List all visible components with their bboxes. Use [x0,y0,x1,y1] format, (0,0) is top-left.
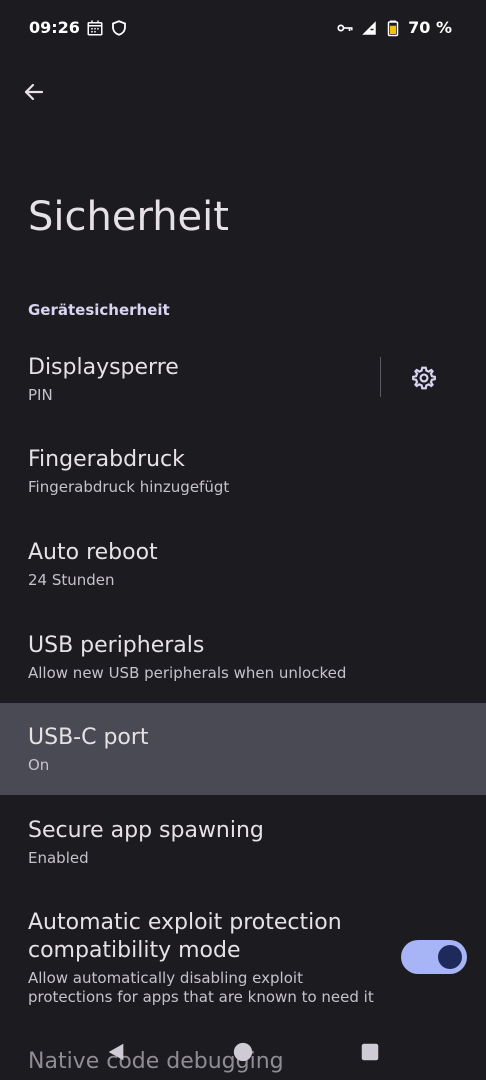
pref-title: USB peripherals [28,633,205,658]
section-header: Gerätesicherheit [28,301,170,319]
pref-summary: Allow new USB peripherals when unlocked [28,664,347,682]
pref-summary: Fingerabdruck hinzugefügt [28,478,230,496]
vpn-key-icon [336,19,354,37]
gear-icon [412,366,436,390]
screen-lock-settings-button[interactable] [400,355,448,401]
battery-percent: 70 % [408,18,452,37]
pref-fingerprint[interactable]: Fingerabdruck Fingerabdruck hinzugefügt [0,432,486,522]
status-time: 09:26 [29,18,80,37]
shield-icon [110,19,128,37]
back-button[interactable] [14,72,54,112]
pref-summary: Enabled [28,849,89,867]
screen: 09:26 70 % Sicherheit Gerätesicherheit D… [0,0,486,1080]
pref-summary: 24 Stunden [28,571,115,589]
status-left: 09:26 [29,18,128,37]
exploit-protection-switch[interactable] [401,940,467,974]
pref-title: Displaysperre [28,355,179,380]
pref-summary-line1: Allow automatically disabling exploit [28,969,303,987]
pref-usb-c-port[interactable]: USB-C port On [0,703,486,795]
calendar-icon [86,19,104,37]
arrow-back-icon [24,83,44,101]
pref-usb-peripherals[interactable]: USB peripherals Allow new USB peripheral… [0,617,486,703]
pref-summary: On [28,756,50,774]
nav-recents-icon [361,1043,379,1061]
status-right: 70 % [336,18,452,37]
pref-title: Fingerabdruck [28,447,185,472]
signal-icon [360,19,378,37]
pref-title: USB-C port [28,725,149,750]
pref-title-line2: compatibility mode [28,938,241,963]
page-title: Sicherheit [28,194,229,240]
switch-thumb [438,945,462,969]
nav-home-icon [233,1042,253,1062]
nav-back-icon [108,1043,124,1061]
nav-home-button[interactable] [228,1037,258,1067]
pref-title-line1: Automatic exploit protection [28,910,342,935]
status-bar: 09:26 70 % [0,0,486,60]
pref-summary: PIN [28,386,53,404]
nav-back-button[interactable] [101,1037,131,1067]
nav-recents-button[interactable] [355,1037,385,1067]
pref-auto-reboot[interactable]: Auto reboot 24 Stunden [0,524,486,614]
pref-secure-app-spawning[interactable]: Secure app spawning Enabled [0,800,486,890]
navigation-bar [0,1025,486,1080]
pref-summary-line2: protections for apps that are known to n… [28,988,374,1006]
pref-title: Secure app spawning [28,818,264,843]
pref-title: Auto reboot [28,540,158,565]
divider [380,357,381,397]
battery-icon [384,19,402,37]
